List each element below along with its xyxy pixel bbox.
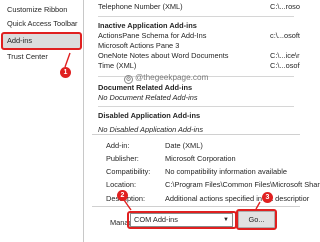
arrow-step-3 [255,201,261,210]
step-badge-1: 1 [60,67,71,78]
arrow-step-1 [64,52,71,68]
step-badge-2: 2 [117,190,128,201]
arrow-step-2 [123,199,132,211]
annotation-arrows [64,52,261,211]
step-badge-3: 3 [262,192,273,203]
